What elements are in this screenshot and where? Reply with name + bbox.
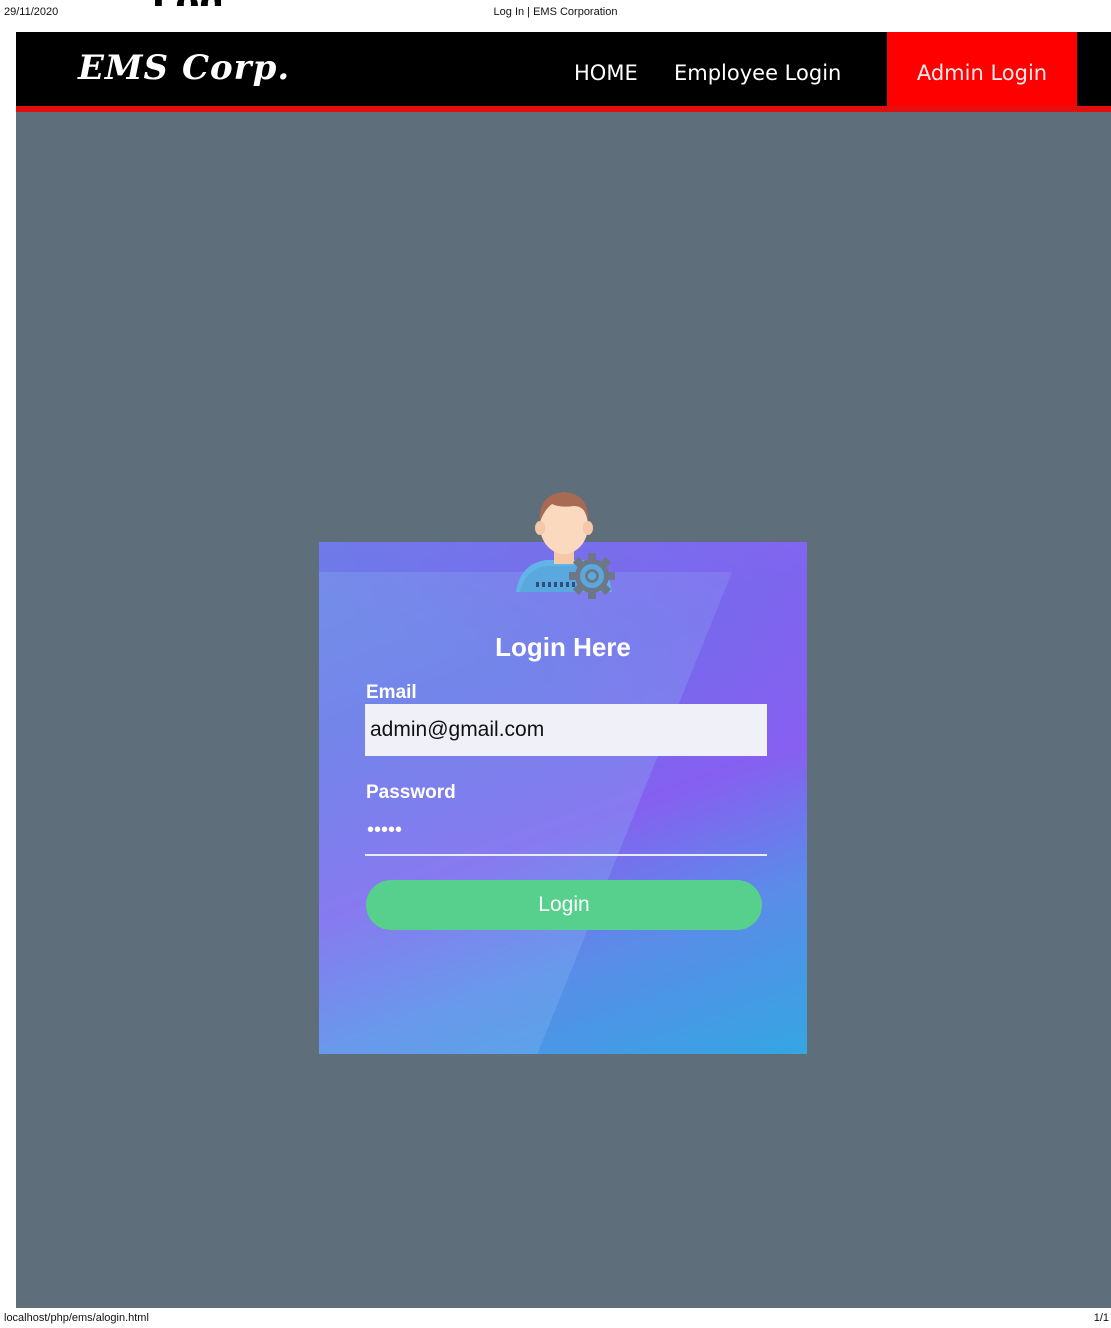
brand-logo[interactable]: EMS Corp.: [78, 48, 290, 88]
nav-employee-login-link[interactable]: Employee Login: [662, 32, 853, 106]
print-url: localhost/php/ems/alogin.html: [4, 1312, 149, 1324]
nav-home-link[interactable]: HOME: [562, 32, 650, 106]
login-title: Login Here: [495, 632, 631, 662]
email-label: Email: [366, 682, 417, 703]
print-title: Log In | EMS Corporation: [493, 6, 618, 18]
email-input[interactable]: [365, 704, 767, 756]
password-label: Password: [366, 782, 456, 803]
password-input[interactable]: [365, 806, 767, 856]
nav-admin-login-link[interactable]: Admin Login: [887, 32, 1077, 106]
print-page: Log 29/11/2020 Log In | EMS Corporation …: [0, 0, 1111, 1328]
print-page-count: 1/1: [1093, 1312, 1109, 1324]
page-body: EMS Corp. HOME Employee Login Admin Logi…: [16, 32, 1111, 1308]
login-card: Login Here Email Password Login: [319, 542, 807, 1054]
admin-user-gear-icon: [516, 492, 615, 599]
navbar: EMS Corp. HOME Employee Login Admin Logi…: [16, 32, 1111, 112]
login-button[interactable]: Login: [366, 880, 762, 930]
